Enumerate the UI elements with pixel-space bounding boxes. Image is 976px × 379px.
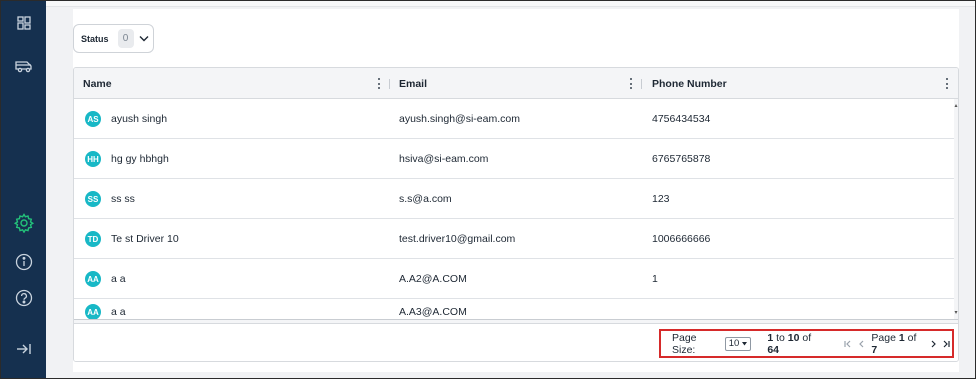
page-size-value: 10 [728,338,740,349]
vertical-scrollbar[interactable] [954,99,958,319]
row-range: 1 to 10 of 64 [767,332,823,356]
content-panel: Status 0 Name Email Phone Number AS ayus… [73,9,959,372]
table-row[interactable]: TD Te st Driver 10 test.driver10@gmail.c… [74,219,958,259]
avatar: HH [85,151,101,167]
cell-email: s.s@a.com [399,192,452,205]
cell-name: ss ss [111,192,135,205]
dashboard-icon[interactable] [1,11,46,35]
info-icon[interactable] [1,250,46,274]
avatar: TD [85,231,101,247]
cell-phone: 1 [652,272,658,285]
avatar: SS [85,191,101,207]
expand-sidebar-icon[interactable] [1,337,46,361]
vehicle-icon[interactable] [1,54,46,78]
cell-email: test.driver10@gmail.com [399,232,516,245]
table-row[interactable]: AS ayush singh ayush.singh@si-eam.com 47… [74,99,958,139]
first-page-icon[interactable] [842,337,854,351]
range-of-label: of [802,331,812,344]
column-menu-icon[interactable] [627,77,635,90]
users-table: Name Email Phone Number AS ayush singh a… [73,67,959,362]
cell-email: A.A3@A.COM [399,306,467,318]
cell-phone: 123 [652,192,670,205]
cell-phone: 4756434534 [652,112,711,125]
table-row[interactable]: SS ss ss s.s@a.com 123 [74,179,958,219]
cell-name: ayush singh [111,112,168,125]
total-count: 64 [767,343,779,356]
page-label: Page [871,331,896,344]
last-page-icon[interactable] [940,337,952,351]
avatar: AA [85,271,101,287]
cell-phone: 6765765878 [652,152,711,165]
status-filter[interactable]: Status 0 [73,24,154,53]
cell-email: hsiva@si-eam.com [399,152,489,165]
column-divider[interactable] [641,79,642,89]
cell-name: Te st Driver 10 [111,232,179,245]
table-row[interactable]: HH hg gy hbhgh hsiva@si-eam.com 67657658… [74,139,958,179]
column-header-email[interactable]: Email [399,68,427,99]
current-page: 1 [898,331,905,344]
table-footer: Page Size: 10 1 to 10 of 64 Page 1 of 7 [74,323,958,361]
top-strip [46,1,975,7]
column-menu-icon[interactable] [375,77,383,90]
help-icon[interactable] [1,286,46,310]
cell-email: A.A2@A.COM [399,272,467,285]
main-area: Status 0 Name Email Phone Number AS ayus… [46,1,975,378]
column-header-phone[interactable]: Phone Number [652,68,727,99]
table-row[interactable]: AA a a A.A3@A.COM [74,299,958,319]
range-to-label: to [776,331,785,344]
table-header: Name Email Phone Number [74,68,958,99]
page-size-select[interactable]: 10 [724,336,752,351]
cell-phone: 1006666666 [652,232,711,245]
total-pages: 7 [871,343,878,356]
avatar: AA [85,304,101,319]
status-filter-count: 0 [117,29,134,48]
status-filter-label: Status [81,33,109,44]
avatar: AS [85,111,101,127]
column-menu-icon[interactable] [943,77,951,90]
cell-name: a a [111,306,126,318]
table-row[interactable]: AA a a A.A2@A.COM 1 [74,259,958,299]
page-indicator: Page 1 of 7 [871,332,923,356]
page-of-label: of [907,331,917,344]
previous-page-icon[interactable] [856,337,868,351]
cell-name: a a [111,272,126,285]
page-size-label: Page Size: [672,331,697,356]
chevron-down-icon [139,35,149,42]
sidebar [1,1,46,378]
next-page-icon[interactable] [927,337,939,351]
column-header-name[interactable]: Name [83,68,112,99]
range-end: 10 [787,331,800,344]
range-start: 1 [767,331,774,344]
cell-name: hg gy hbhgh [111,152,169,165]
cell-email: ayush.singh@si-eam.com [399,112,520,125]
settings-icon[interactable] [1,211,46,235]
pagination-panel: Page Size: 10 1 to 10 of 64 Page 1 of 7 [659,329,954,358]
column-divider[interactable] [389,79,390,89]
caret-down-icon [742,341,748,345]
